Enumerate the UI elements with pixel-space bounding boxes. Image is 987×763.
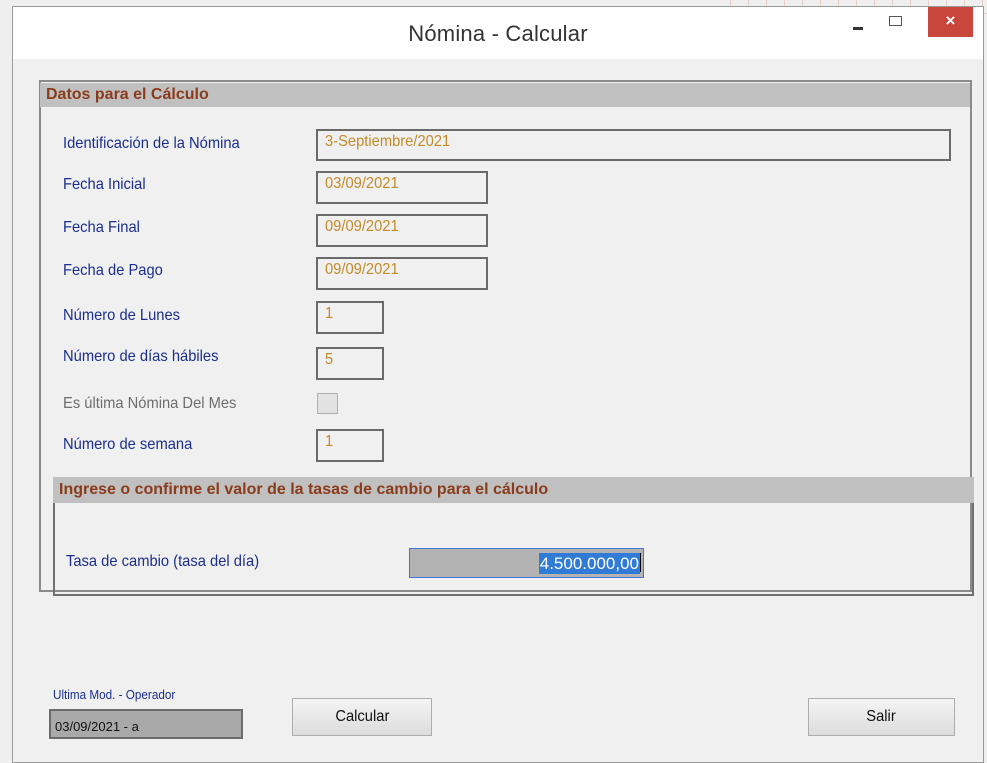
numero-semana-field[interactable]: 1 [316,429,384,462]
salir-button[interactable]: Salir [808,698,955,736]
tasa-cambio-label: Tasa de cambio (tasa del día) [66,553,260,570]
ultima-nomina-label: Es última Nómina Del Mes [63,395,237,412]
fecha-inicial-field[interactable]: 03/09/2021 [316,171,488,204]
calcular-button[interactable]: Calcular [292,698,432,736]
fecha-inicial-label: Fecha Inicial [63,176,146,193]
fecha-pago-field[interactable]: 09/09/2021 [316,257,488,290]
tasa-cambio-input[interactable]: 4.500.000,00 [409,548,644,578]
fecha-pago-label: Fecha de Pago [63,262,163,279]
text-caret [640,553,641,572]
close-icon: × [945,11,956,30]
maximize-icon [889,16,902,26]
ultima-nomina-checkbox[interactable] [317,393,338,414]
window-title: Nómina - Calcular [408,21,588,46]
title-bar: Nómina - Calcular × [13,7,983,59]
minimize-button[interactable] [845,7,871,35]
numero-lunes-field[interactable]: 1 [316,301,384,334]
fecha-final-field[interactable]: 09/09/2021 [316,214,488,247]
numero-semana-label: Número de semana [63,436,193,453]
datos-calculo-header: Datos para el Cálculo [40,83,970,107]
identificacion-field[interactable]: 3-Septiembre/2021 [316,129,951,161]
tasa-cambio-header: Ingrese o confirme el valor de la tasas … [53,477,974,503]
operator-label: Ultima Mod. - Operador [53,687,176,702]
tasa-cambio-value: 4.500.000,00 [538,553,640,574]
fecha-final-label: Fecha Final [63,219,140,236]
dias-habiles-field[interactable]: 5 [316,347,384,380]
close-button[interactable]: × [928,7,973,37]
maximize-button[interactable] [883,7,909,35]
minimize-icon [853,27,863,30]
numero-lunes-label: Número de Lunes [63,307,181,324]
identificacion-label: Identificación de la Nómina [63,135,240,152]
operator-field: 03/09/2021 - a [49,709,243,739]
dias-habiles-label: Número de días hábiles [63,348,219,365]
